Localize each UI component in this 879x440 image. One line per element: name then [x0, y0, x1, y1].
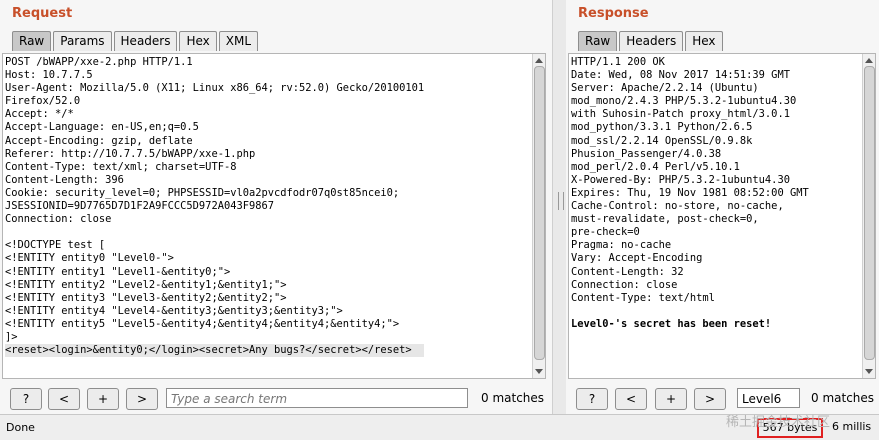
- add-button[interactable]: +: [87, 388, 119, 410]
- status-text: Done: [6, 421, 35, 434]
- add-button[interactable]: +: [655, 388, 687, 410]
- text-line: Connection: close: [5, 213, 112, 226]
- text-line: Accept-Language: en-US,en;q=0.5: [5, 121, 199, 134]
- text-line: Content-Length: 32: [571, 265, 684, 278]
- text-line: User-Agent: Mozilla/5.0 (X11; Linux x86_…: [5, 82, 425, 95]
- text-line: <!ENTITY entity2 "Level2-&entity1;&entit…: [5, 278, 287, 291]
- text-line: must-revalidate, post-check=0,: [571, 213, 759, 226]
- text-line: [5, 226, 424, 239]
- text-line: [571, 305, 809, 318]
- scroll-thumb[interactable]: [534, 66, 545, 360]
- text-line: ]>: [5, 330, 18, 343]
- text-line: Content-Length: 396: [5, 173, 124, 186]
- text-line: Cookie: security_level=0; PHPSESSID=vl0a…: [5, 186, 400, 199]
- text-line: HTTP/1.1 200 OK: [571, 56, 665, 68]
- response-search-input[interactable]: Level6: [737, 388, 800, 408]
- tab-raw[interactable]: Raw: [578, 31, 618, 51]
- text-line: <!DOCTYPE test [: [5, 239, 106, 252]
- request-scrollbar[interactable]: [532, 54, 545, 378]
- text-line: mod_mono/2.4.3 PHP/5.3.2-1ubuntu4.30: [571, 95, 797, 108]
- response-body[interactable]: HTTP/1.1 200 OK Date: Wed, 08 Nov 2017 14…: [571, 56, 809, 331]
- response-pane: Response Raw Headers Hex HTTP/1.1 200 OK…: [566, 0, 879, 414]
- text-line: Pragma: no-cache: [571, 239, 672, 252]
- text-line: POST /bWAPP/xxe-2.php HTTP/1.1: [5, 56, 193, 68]
- text-line: Firefox/52.0: [5, 95, 81, 108]
- text-line: Accept-Encoding: gzip, deflate: [5, 134, 193, 147]
- response-match-count: 0 matches: [811, 391, 875, 405]
- text-line: <!ENTITY entity3 "Level3-&entity2;&entit…: [5, 291, 287, 304]
- response-search-toolbar: ? < + > Level6 0 matches: [566, 388, 879, 410]
- next-button[interactable]: >: [126, 388, 158, 410]
- text-line: <!ENTITY entity4 "Level4-&entity3;&entit…: [5, 304, 343, 317]
- tab-hex[interactable]: Hex: [179, 31, 217, 51]
- scroll-up-icon[interactable]: [535, 58, 543, 63]
- text-line: Content-Type: text/html: [571, 291, 715, 304]
- previous-button[interactable]: <: [615, 388, 647, 410]
- text-line: Referer: http://10.7.7.5/bWAPP/xxe-1.php: [5, 147, 256, 160]
- text-line: Connection: close: [571, 278, 678, 291]
- tab-params[interactable]: Params: [53, 31, 112, 51]
- request-pane: Request Raw Params Headers Hex XML POST …: [0, 0, 552, 414]
- text-line: Cache-Control: no-store, no-cache,: [571, 200, 784, 213]
- text-line: Vary: Accept-Encoding: [571, 252, 703, 265]
- watermark: 稀土掘金技术社区: [726, 415, 831, 430]
- tab-headers[interactable]: Headers: [619, 31, 684, 51]
- text-line: <!ENTITY entity1 "Level1-&entity0;">: [5, 265, 231, 278]
- text-line: Phusion_Passenger/4.0.38: [571, 147, 722, 160]
- request-search-input[interactable]: Type a search term: [166, 388, 468, 408]
- text-line: mod_perl/2.0.4 Perl/v5.10.1: [571, 160, 740, 173]
- text-line: mod_python/3.3.1 Python/2.6.5: [571, 121, 753, 134]
- request-match-count: 0 matches: [481, 391, 545, 405]
- text-line: with Suhosin-Patch proxy_html/3.0.1: [571, 108, 790, 121]
- scroll-down-icon[interactable]: [535, 369, 543, 374]
- request-editor[interactable]: POST /bWAPP/xxe-2.php HTTP/1.1 Host: 10.7…: [2, 53, 546, 379]
- text-line: pre-check=0: [571, 226, 640, 239]
- scroll-up-icon[interactable]: [865, 58, 873, 63]
- help-button[interactable]: ?: [576, 388, 608, 410]
- response-editor[interactable]: HTTP/1.1 200 OK Date: Wed, 08 Nov 2017 14…: [568, 53, 876, 379]
- tab-xml[interactable]: XML: [218, 31, 259, 51]
- request-search-toolbar: ? < + > Type a search term 0 matches: [0, 388, 552, 410]
- text-line: Content-Type: text/xml; charset=UTF-8: [5, 160, 237, 173]
- request-title: Request: [12, 6, 73, 21]
- text-line: Host: 10.7.7.5: [5, 69, 93, 82]
- text-line: <!ENTITY entity0 "Level0-">: [5, 252, 174, 265]
- text-line: Accept: */*: [5, 108, 74, 121]
- search-placeholder: Type a search term: [171, 392, 288, 406]
- text-line: Date: Wed, 08 Nov 2017 14:51:39 GMT: [571, 69, 790, 82]
- text-line: mod_ssl/2.2.14 OpenSSL/0.9.8k: [571, 134, 753, 147]
- text-line: <reset><login>&entity0;</login><secret>A…: [5, 344, 425, 358]
- text-line: Server: Apache/2.2.14 (Ubuntu): [571, 82, 759, 95]
- response-title: Response: [578, 6, 649, 21]
- tab-hex[interactable]: Hex: [685, 31, 723, 51]
- text-line: <!ENTITY entity5 "Level5-&entity4;&entit…: [5, 317, 400, 330]
- divider-grip-icon[interactable]: [558, 192, 564, 210]
- request-body[interactable]: POST /bWAPP/xxe-2.php HTTP/1.1 Host: 10.7…: [5, 56, 425, 358]
- previous-button[interactable]: <: [48, 388, 80, 410]
- tab-headers[interactable]: Headers: [113, 31, 178, 51]
- tab-raw[interactable]: Raw: [12, 31, 52, 51]
- scroll-down-icon[interactable]: [865, 369, 873, 374]
- text-line: Expires: Thu, 19 Nov 1981 08:52:00 GMT: [571, 186, 809, 199]
- next-button[interactable]: >: [694, 388, 726, 410]
- response-scrollbar[interactable]: [862, 54, 875, 378]
- text-line: X-Powered-By: PHP/5.3.2-1ubuntu4.30: [571, 173, 790, 186]
- response-time: 6 millis: [832, 420, 872, 433]
- request-tabs: Raw Params Headers Hex XML: [12, 31, 260, 51]
- scroll-thumb[interactable]: [864, 66, 875, 360]
- text-line: Level0-'s secret has been reset!: [571, 317, 772, 330]
- help-button[interactable]: ?: [10, 388, 42, 410]
- response-tabs: Raw Headers Hex: [578, 31, 725, 51]
- text-line: JSESSIONID=9D7765D7D1F2A9FCCC5D972A043F9…: [5, 200, 274, 213]
